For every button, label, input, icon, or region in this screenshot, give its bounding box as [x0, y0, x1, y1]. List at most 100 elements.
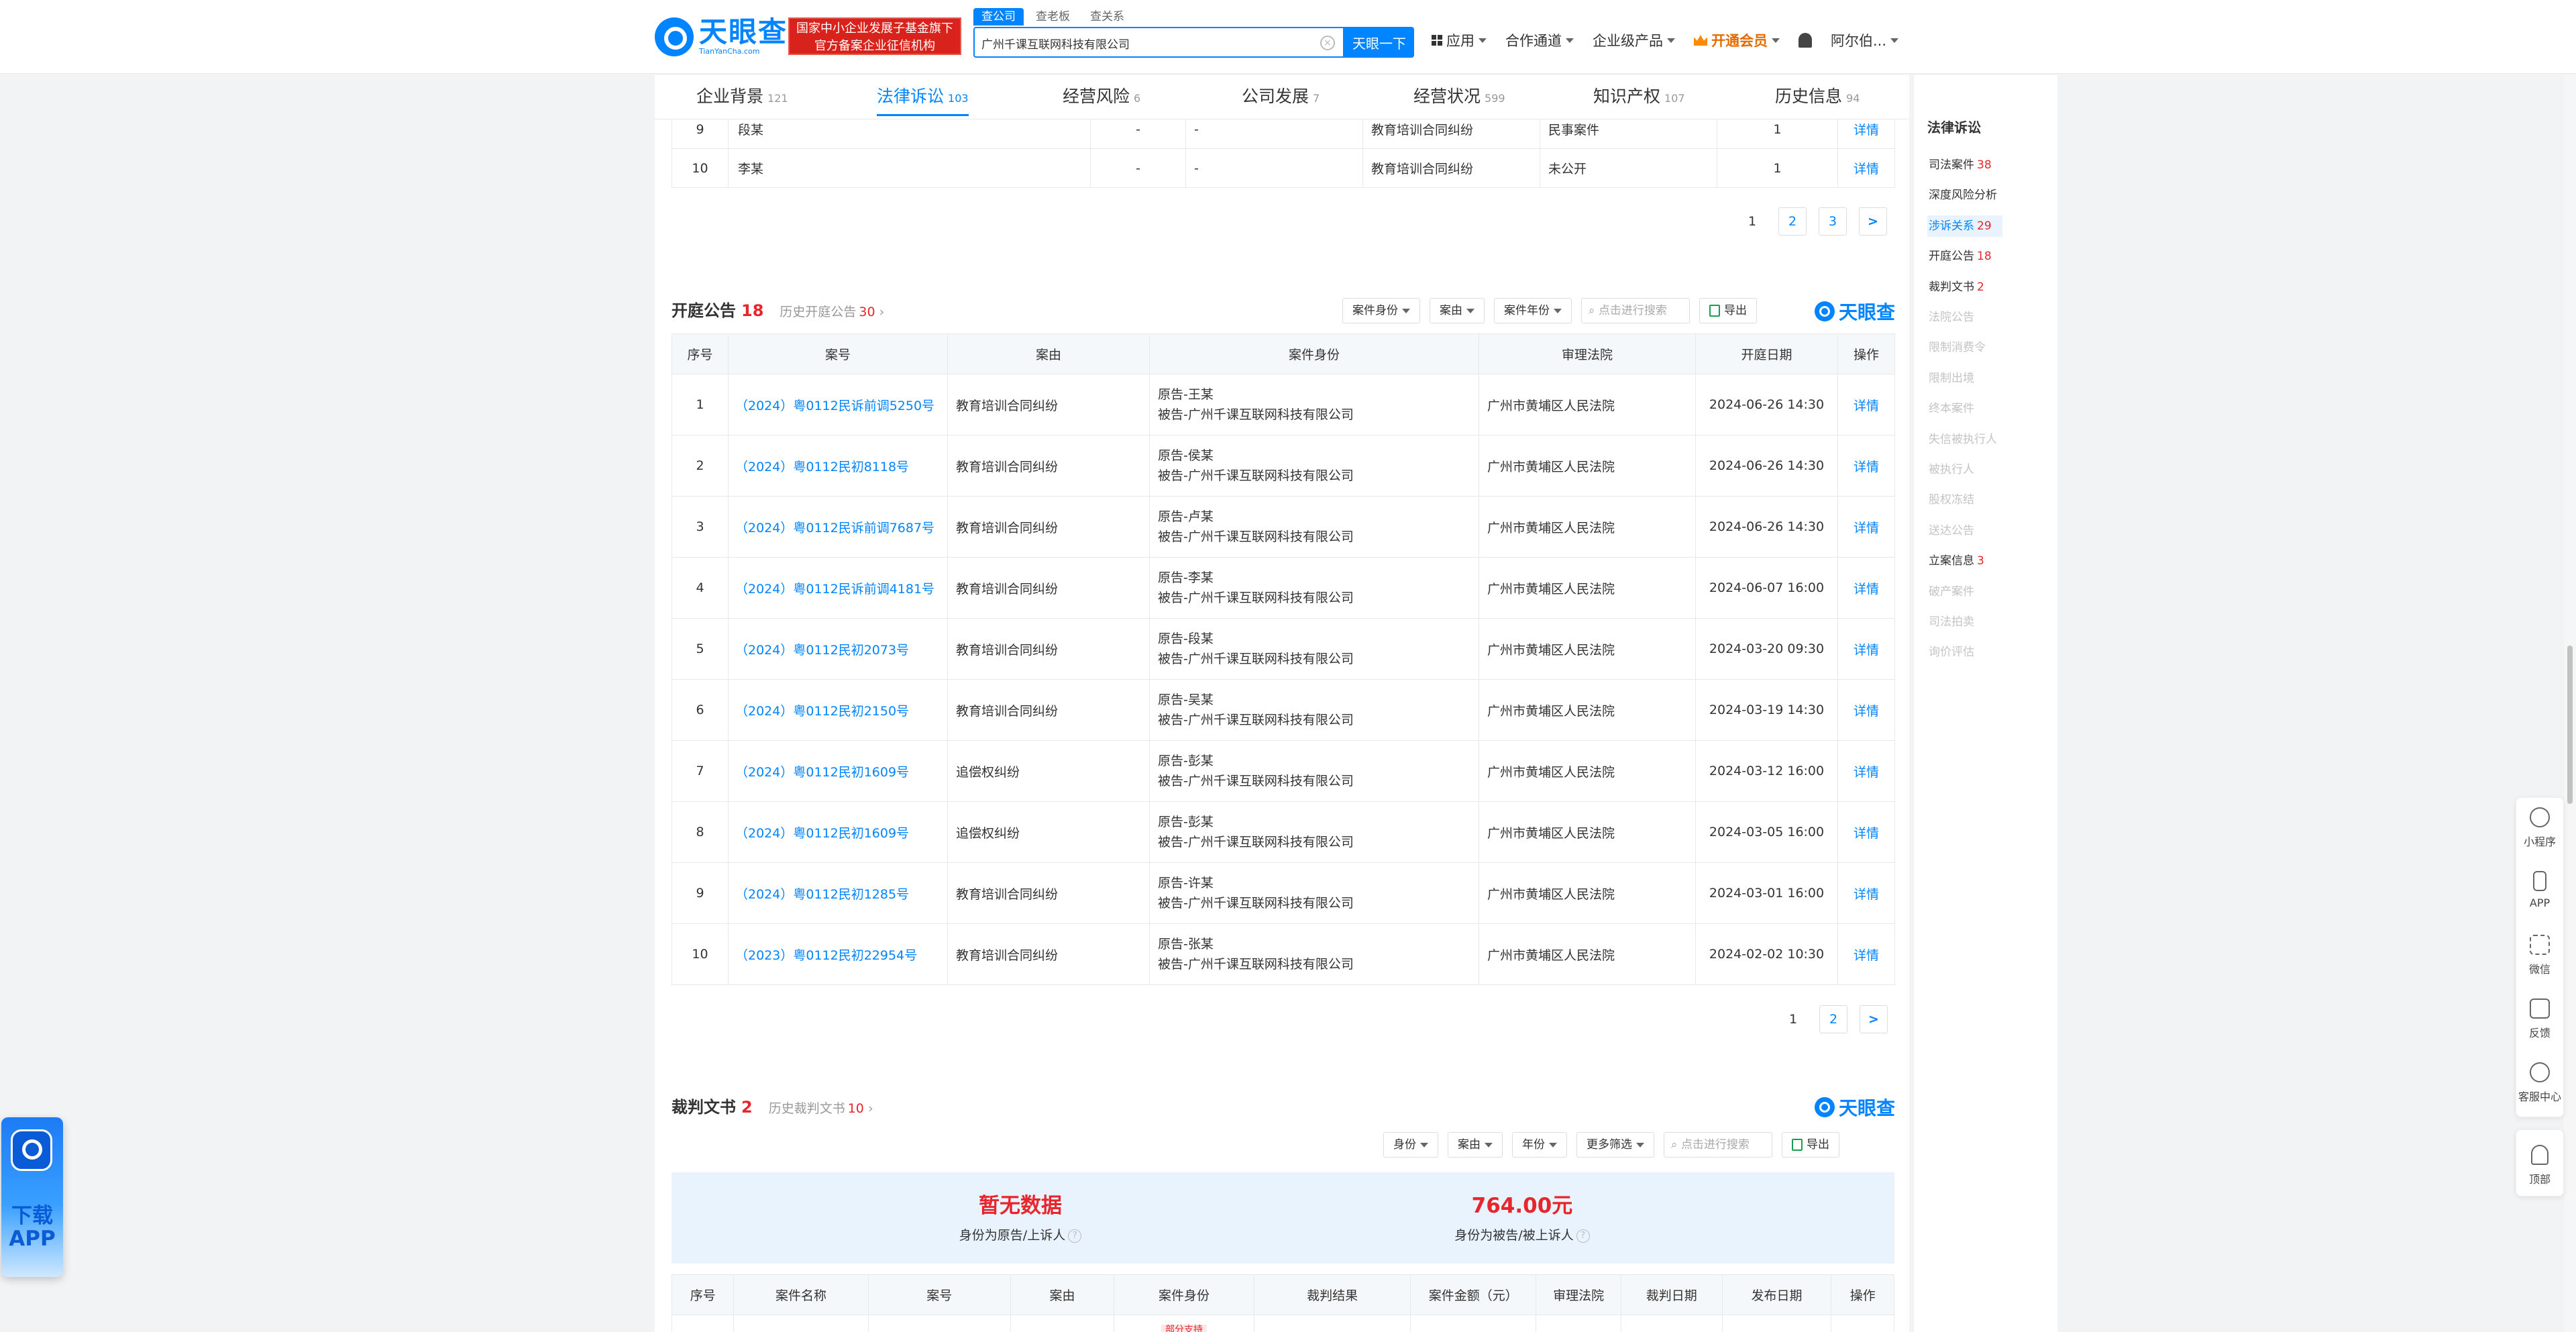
app-button[interactable]: APP [2516, 862, 2563, 925]
case-number-link[interactable]: （2024）粤0112民诉前调5250号 [728, 374, 948, 436]
detail-link[interactable]: 详情 [1837, 740, 1895, 802]
sidebar-item[interactable]: 破产案件 [1927, 581, 2048, 603]
sidebar-item[interactable]: 深度风险分析 [1927, 185, 2048, 206]
case-number-link[interactable]: （2024）粤0112民初2073号 [728, 618, 948, 680]
clear-icon[interactable]: × [1320, 36, 1335, 50]
row-index: 1 [672, 374, 729, 436]
court: 广州市黄埔区人民法院 [1479, 923, 1696, 985]
case-number-link[interactable]: （2024）粤0112民初1609号 [728, 801, 948, 863]
mini-program-button[interactable]: 小程序 [2516, 798, 2563, 862]
nav-user[interactable]: 阿尔伯... [1831, 30, 1899, 50]
tab-business-status[interactable]: 经营状况 599 [1413, 83, 1505, 107]
site-logo[interactable]: 天眼查 TianYanCha.com [655, 16, 788, 58]
next-page-button[interactable]: > [1859, 207, 1887, 236]
back-to-top-button[interactable]: 顶部 [2516, 1129, 2564, 1196]
case-number-link[interactable]: （2024）粤0112民初8118号 [728, 435, 948, 497]
column-header: 案号 [728, 334, 948, 374]
filter-more[interactable]: 更多筛选 [1576, 1132, 1654, 1158]
customer-service-button[interactable]: 客服中心 [2516, 1053, 2563, 1117]
case-number-link[interactable]: （2024）粤0112民诉前调4181号 [728, 557, 948, 619]
sidebar-item[interactable]: 限制出境 [1927, 368, 2048, 389]
detail-link[interactable]: 详情 [1837, 923, 1895, 985]
sidebar-item-label: 涉诉关系 [1929, 219, 1974, 233]
filter-cause[interactable]: 案由 [1430, 298, 1485, 323]
logo-sub: TianYanCha.com [699, 47, 760, 56]
tab-legal[interactable]: 法律诉讼 103 [877, 83, 969, 116]
page-button[interactable]: 3 [1819, 207, 1847, 236]
sidebar-item-count: 29 [1977, 219, 1992, 233]
nav-apps[interactable]: 应用 [1432, 30, 1487, 50]
case-number-link[interactable]: （2024）粤0112民初2150号 [728, 679, 948, 741]
tab-operation-risk[interactable]: 经营风险 6 [1063, 83, 1140, 107]
detail-link[interactable]: 详情 [1837, 496, 1895, 558]
wechat-button[interactable]: 微信 [2516, 925, 2563, 989]
sidebar-item[interactable]: 司法案件 38 [1927, 154, 2048, 176]
hearing-date: 2024-02-02 10:30 [1695, 923, 1838, 985]
notification-bell[interactable] [1799, 33, 1812, 48]
search-button[interactable]: 天眼一下 [1344, 27, 1414, 58]
detail-link[interactable]: 详情 [1837, 679, 1895, 741]
page-button[interactable]: 1 [1738, 207, 1766, 236]
nav-enterprise[interactable]: 企业级产品 [1593, 30, 1675, 50]
sidebar-item[interactable]: 送达公告 [1927, 520, 2048, 542]
tab-history[interactable]: 历史信息 94 [1775, 83, 1860, 107]
case-number-link[interactable]: （2023）粤0112民初22954号 [728, 923, 948, 985]
tab-company-background[interactable]: 企业背景 121 [696, 83, 788, 107]
tab-search-company[interactable]: 查公司 [973, 8, 1024, 25]
hearing-history-link[interactable]: 历史开庭公告 30 › [780, 302, 884, 320]
feedback-button[interactable]: 反馈 [2516, 989, 2563, 1053]
court: 广州市黄埔区人民法院 [1479, 618, 1696, 680]
case-number-link[interactable]: （2024）粤0112民诉前调7687号 [728, 496, 948, 558]
sidebar-item[interactable]: 限制消费令 [1927, 337, 2048, 358]
tab-search-relation[interactable]: 查关系 [1082, 8, 1132, 25]
detail-link[interactable]: 详情 [1837, 801, 1895, 863]
sidebar-item[interactable]: 股权冻结 [1927, 489, 2048, 511]
detail-link[interactable]: 详情 [1837, 435, 1895, 497]
nav-partner[interactable]: 合作通道 [1505, 30, 1574, 50]
fund-badge[interactable]: 国家中小企业发展子基金旗下 官方备案企业征信机构 [788, 17, 961, 55]
filter-case-role[interactable]: 案件身份 [1342, 298, 1420, 323]
next-page-button[interactable]: > [1860, 1005, 1888, 1033]
hearing-search-input[interactable]: ⌕ 点击进行搜索 [1581, 298, 1690, 323]
sidebar-item[interactable]: 涉诉关系 29 [1927, 215, 2002, 237]
detail-link[interactable]: 详情 [1837, 618, 1895, 680]
scrollbar-thumb[interactable] [2567, 646, 2573, 804]
sidebar-item[interactable]: 司法拍卖 [1927, 611, 2048, 633]
detail-link[interactable]: 详情 [1837, 148, 1895, 188]
filter-role[interactable]: 身份 [1383, 1132, 1438, 1158]
detail-link[interactable]: 详情 [1837, 374, 1895, 436]
summary-plaintiff-value: 暂无数据 [979, 1194, 1062, 1218]
sidebar-item[interactable]: 开庭公告 18 [1927, 246, 2048, 267]
help-icon[interactable]: ? [1576, 1229, 1590, 1243]
tab-ip[interactable]: 知识产权 107 [1593, 83, 1685, 107]
judgment-export-button[interactable]: 导出 [1782, 1132, 1839, 1158]
sidebar-item[interactable]: 被执行人 [1927, 459, 2048, 480]
hearing-export-button[interactable]: 导出 [1699, 298, 1757, 323]
sidebar-item[interactable]: 法院公告 [1927, 307, 2048, 328]
judgment-search-input[interactable]: ⌕ 点击进行搜索 [1664, 1132, 1772, 1158]
tab-development[interactable]: 公司发展 7 [1242, 83, 1320, 107]
nav-vip[interactable]: 开通会员 [1694, 30, 1780, 50]
filter-cause[interactable]: 案由 [1448, 1132, 1503, 1158]
search-input[interactable] [981, 34, 1303, 52]
sidebar-item[interactable]: 终本案件 [1927, 398, 2048, 419]
case-number-link[interactable]: （2024）粤0112民初1285号 [728, 862, 948, 924]
page-button[interactable]: 2 [1778, 207, 1807, 236]
page-button[interactable]: 2 [1819, 1005, 1847, 1033]
sidebar-item[interactable]: 立案信息 3 [1927, 550, 2048, 572]
column-header: 案由 [947, 334, 1150, 374]
judgment-history-link[interactable]: 历史裁判文书 10 › [769, 1098, 873, 1117]
detail-link[interactable]: 详情 [1837, 557, 1895, 619]
active-tab-underline [877, 114, 969, 116]
help-icon[interactable]: ? [1068, 1229, 1082, 1243]
tab-search-boss[interactable]: 查老板 [1028, 8, 1078, 25]
sidebar-item[interactable]: 裁判文书 2 [1927, 276, 2048, 298]
sidebar-item[interactable]: 询价评估 [1927, 642, 2048, 663]
case-number-link[interactable]: （2024）粤0112民初1609号 [728, 740, 948, 802]
filter-year[interactable]: 年份 [1512, 1132, 1567, 1158]
sidebar-item[interactable]: 失信被执行人 [1927, 429, 2048, 450]
download-app-banner[interactable]: 下载APP [1, 1117, 63, 1277]
detail-link[interactable]: 详情 [1837, 862, 1895, 924]
filter-year[interactable]: 案件年份 [1494, 298, 1572, 323]
page-button[interactable]: 1 [1779, 1005, 1807, 1033]
